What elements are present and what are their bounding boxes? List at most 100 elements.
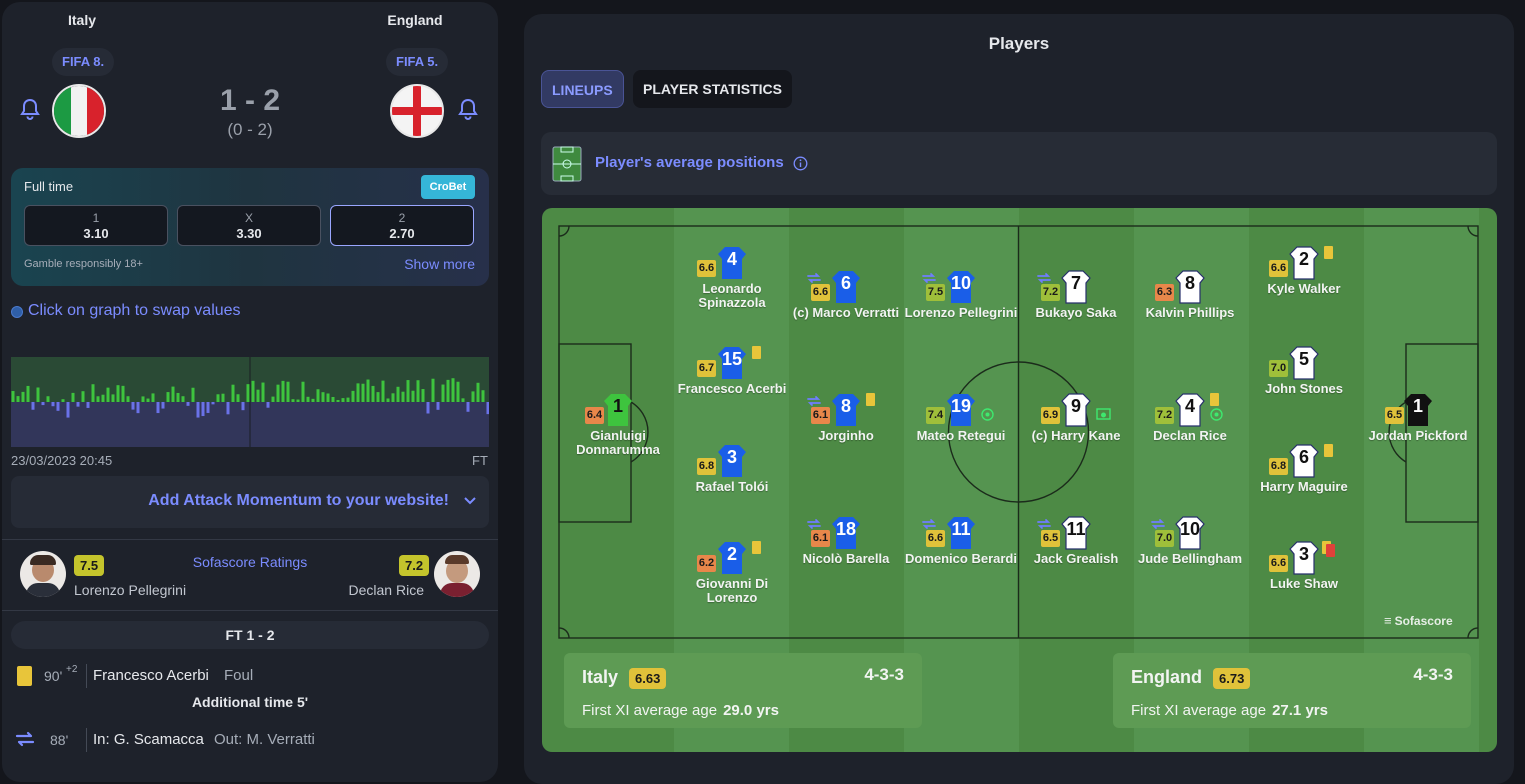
player-italy-18[interactable]: 18 6.1 Nicolò Barella [786, 516, 906, 566]
italy-flag-icon[interactable] [52, 84, 106, 138]
yellow-card-icon [752, 541, 761, 554]
player-rating: 6.6 [697, 260, 716, 277]
momentum-bar [141, 396, 145, 402]
player-england-6[interactable]: 6 6.8 Harry Maguire [1244, 444, 1364, 494]
average-positions-label[interactable]: Player's average positions [595, 154, 784, 171]
player-name: Luke Shaw [1270, 576, 1338, 591]
momentum-bar [456, 381, 460, 402]
home-player-avatar[interactable] [20, 551, 66, 597]
player-england-7[interactable]: 7 7.2 Bukayo Saka [1016, 270, 1136, 320]
momentum-bar [396, 386, 400, 402]
player-rating: 6.8 [1269, 458, 1288, 475]
england-flag-icon[interactable] [390, 84, 444, 138]
player-england-11[interactable]: 11 6.5 Jack Grealish [1016, 516, 1136, 566]
bookmaker-logo[interactable]: CroBet [421, 175, 475, 199]
substitution-icon [922, 273, 936, 283]
player-rating: 7.4 [926, 407, 945, 424]
player-italy-4[interactable]: 4 6.6 Leonardo Spinazzola [672, 246, 792, 310]
sofascore-ratings-title[interactable]: Sofascore Ratings [150, 554, 350, 570]
momentum-bar [31, 402, 35, 410]
player-rating: 7.2 [1041, 284, 1060, 301]
yellow-card-icon [1324, 444, 1333, 457]
swap-values-hint[interactable]: Click on graph to swap values [28, 302, 241, 320]
home-team-name[interactable]: Italy [22, 12, 142, 28]
player-name: John Stones [1264, 381, 1343, 396]
momentum-bar [421, 389, 425, 402]
player-england-10[interactable]: 10 7.0 Jude Bellingham [1130, 516, 1250, 566]
player-england-3[interactable]: 3 6.6 Luke Shaw [1244, 541, 1364, 591]
away-bell-icon[interactable] [458, 98, 478, 120]
momentum-bar [91, 384, 95, 402]
odds-home[interactable]: 1 3.10 [24, 205, 168, 246]
momentum-bar [241, 402, 245, 411]
show-more-link[interactable]: Show more [404, 256, 475, 272]
away-top-player[interactable]: Declan Rice [302, 582, 424, 598]
momentum-bar [281, 380, 285, 402]
player-italy-15[interactable]: 15 6.7 Francesco Acerbi [672, 346, 792, 396]
momentum-bar [136, 402, 140, 414]
player-rating: 6.5 [1385, 407, 1404, 424]
shirt-icon: 7 [1061, 270, 1091, 304]
shirt-icon: 18 [831, 516, 861, 550]
attack-momentum-graph[interactable] [11, 357, 490, 447]
red-card-icon [1326, 544, 1335, 557]
player-england-5[interactable]: 5 7.0 John Stones [1244, 346, 1364, 396]
player-italy-6[interactable]: 6 6.6 (c) Marco Verratti [786, 270, 906, 320]
odds-away[interactable]: 2 2.70 [330, 205, 474, 246]
shirt-icon: 2 [1289, 246, 1319, 280]
shirt-icon: 19 [946, 393, 976, 427]
momentum-bar [476, 382, 480, 402]
momentum-bar [191, 387, 195, 402]
card-player[interactable]: Francesco Acerbi [93, 667, 209, 684]
momentum-bar [291, 399, 295, 402]
player-england-4[interactable]: 4 7.2 Declan Rice [1130, 393, 1250, 443]
shirt-icon: 1 [1403, 393, 1433, 427]
tab-player-statistics[interactable]: PLAYER STATISTICS [633, 70, 792, 108]
tab-lineups[interactable]: LINEUPS [541, 70, 624, 108]
players-panel: Players LINEUPS PLAYER STATISTICS Player… [524, 14, 1514, 784]
momentum-bar [246, 384, 250, 402]
momentum-bar [21, 391, 25, 402]
home-top-player[interactable]: Lorenzo Pellegrini [74, 582, 186, 598]
momentum-bar [156, 402, 160, 414]
momentum-bar [356, 383, 360, 402]
shirt-icon: 8 [831, 393, 861, 427]
player-italy-1[interactable]: 1 6.4 Gianluigi Donnarumma [558, 393, 678, 457]
info-icon[interactable] [793, 156, 808, 171]
add-momentum-link[interactable]: Add Attack Momentum to your website! [11, 492, 449, 510]
player-rating: 6.7 [697, 360, 716, 377]
momentum-bar [56, 402, 60, 411]
team-name: England 6.73 [1131, 667, 1251, 689]
player-italy-10[interactable]: 10 7.5 Lorenzo Pellegrini [901, 270, 1021, 320]
sub-out-player[interactable]: Out: M. Verratti [214, 731, 315, 748]
chevron-down-icon[interactable] [463, 496, 477, 506]
home-bell-icon[interactable] [20, 98, 40, 120]
player-italy-11[interactable]: 11 6.6 Domenico Berardi [901, 516, 1021, 566]
average-positions-bar[interactable]: Player's average positions [541, 132, 1497, 195]
player-italy-19[interactable]: 19 7.4 Mateo Retegui [901, 393, 1021, 443]
swap-dot-icon [11, 306, 23, 318]
momentum-bar [66, 402, 70, 418]
momentum-bar [166, 392, 170, 402]
momentum-bar [271, 396, 275, 402]
momentum-bar [461, 398, 465, 402]
player-italy-3[interactable]: 3 6.8 Rafael Tolói [672, 444, 792, 494]
player-italy-8[interactable]: 8 6.1 Jorginho [786, 393, 906, 443]
odds-draw[interactable]: X 3.30 [177, 205, 321, 246]
player-england-9[interactable]: 9 6.9 (c) Harry Kane [1016, 393, 1136, 443]
player-england-2[interactable]: 2 6.6 Kyle Walker [1244, 246, 1364, 296]
momentum-bar [321, 392, 325, 402]
player-england-8[interactable]: 8 6.3 Kalvin Phillips [1130, 270, 1250, 320]
away-player-avatar[interactable] [434, 551, 480, 597]
player-england-1[interactable]: 1 6.5 Jordan Pickford [1358, 393, 1478, 443]
player-italy-2[interactable]: 2 6.2 Giovanni Di Lorenzo [672, 541, 792, 605]
add-momentum-bar[interactable]: Add Attack Momentum to your website! [11, 476, 489, 528]
yellow-card-icon [1210, 393, 1219, 406]
pitch-icon [552, 146, 582, 182]
momentum-bar [26, 385, 30, 402]
momentum-bar [376, 392, 380, 402]
away-team-name[interactable]: England [355, 12, 475, 28]
substitution-icon [1037, 519, 1051, 529]
halftime-score: (0 - 2) [227, 120, 273, 139]
sub-in-player[interactable]: In: G. Scamacca [93, 731, 204, 748]
